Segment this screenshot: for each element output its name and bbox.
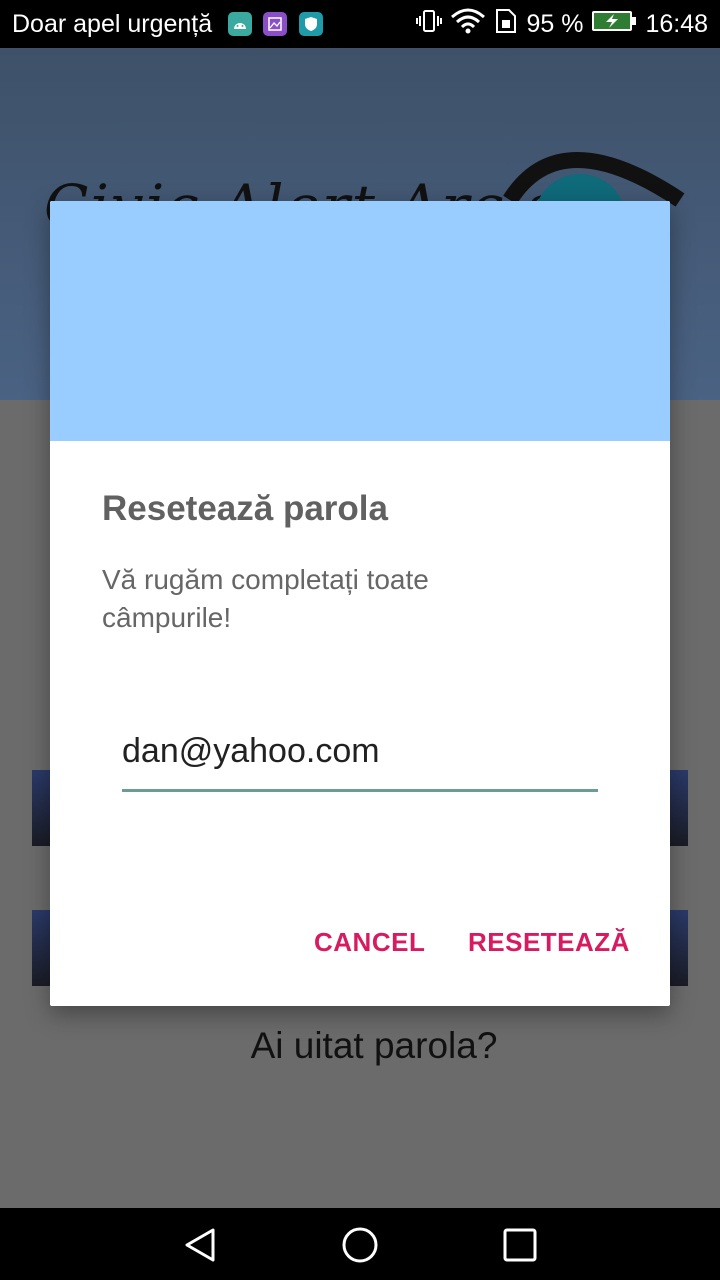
reset-button[interactable]: RESETEAZĂ xyxy=(468,923,630,962)
battery-charging-icon xyxy=(591,9,637,40)
email-field[interactable] xyxy=(122,729,598,773)
android-icon xyxy=(228,12,252,36)
email-field-underline xyxy=(122,789,598,792)
clock: 16:48 xyxy=(645,9,708,38)
cancel-button[interactable]: CANCEL xyxy=(314,923,425,962)
back-icon[interactable] xyxy=(181,1226,219,1264)
wifi-icon xyxy=(450,7,486,42)
carrier-text: Doar apel urgență xyxy=(12,10,213,38)
recents-icon[interactable] xyxy=(501,1226,539,1264)
status-bar: Doar apel urgență 95 % 16:48 xyxy=(0,0,720,48)
battery-percent: 95 % xyxy=(526,9,584,38)
dialog-banner xyxy=(50,201,670,441)
dialog-title: Resetează parola xyxy=(102,489,388,528)
home-icon[interactable] xyxy=(341,1226,379,1264)
gallery-icon xyxy=(263,12,287,36)
vibrate-icon xyxy=(416,8,443,41)
sim-icon xyxy=(494,8,518,41)
navigation-bar xyxy=(0,1208,720,1280)
shield-app-icon xyxy=(299,12,323,36)
reset-password-dialog: Resetează parola Vă rugăm completați toa… xyxy=(50,201,670,1006)
dialog-message: Vă rugăm completați toate câmpurile! xyxy=(102,564,429,633)
forgot-password-link[interactable]: Ai uitat parola? xyxy=(0,1025,720,1067)
